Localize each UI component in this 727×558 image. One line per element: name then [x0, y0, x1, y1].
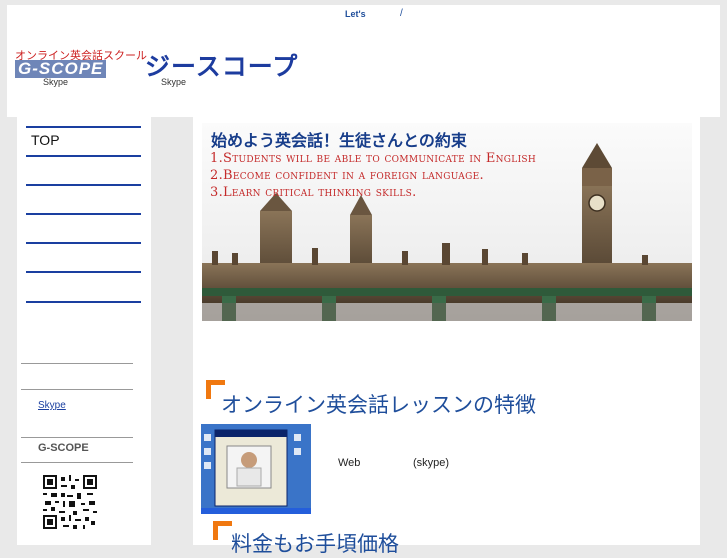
nav-item-2[interactable]	[26, 155, 141, 185]
main-content: 始めよう英会話！生徒さんとの約束 1.Students will be able…	[193, 117, 700, 556]
logo-katakana-sub: Skype	[161, 77, 187, 87]
banner-line-1: 1.Students will be able to communicate i…	[210, 151, 537, 166]
nav-item-label: TOP	[31, 132, 60, 148]
banner-line-3: 3.Learn critical thinking skills.	[210, 185, 417, 200]
feature-web-text: Web	[338, 457, 361, 469]
nav-item-top[interactable]: TOP	[26, 126, 141, 156]
divider	[21, 437, 133, 438]
divider	[21, 462, 133, 463]
sidebar-brand: G-SCOPE	[38, 442, 89, 454]
banner-title: 始めよう英会話！生徒さんとの約束	[211, 133, 467, 150]
nav-item-4[interactable]	[26, 213, 141, 243]
top-slash: /	[400, 8, 403, 19]
banner-line-2: 2.Become confident in a foreign language…	[210, 168, 484, 183]
feature-skype-text: (skype)	[413, 457, 450, 469]
divider	[21, 389, 133, 390]
lesson-screenshot-thumbnail[interactable]	[201, 424, 311, 514]
heading-bracket-icon	[213, 521, 232, 540]
features-heading: オンライン英会話レッスンの特徴	[221, 394, 536, 417]
sidebar: TOP Skype G-SCOPE	[17, 117, 151, 545]
qr-code-icon[interactable]	[43, 475, 97, 529]
divider	[21, 363, 133, 364]
logo-sub-text: Skype	[43, 77, 69, 87]
logo-en-text: G-SCOPE	[15, 60, 107, 78]
header: Let's / オンライン英会話スクール G-SCOPE Skype ジースコー…	[7, 5, 720, 117]
video-call-icon	[201, 424, 311, 514]
price-heading: 料金もお手頃価格	[231, 533, 399, 556]
nav-item-3[interactable]	[26, 184, 141, 214]
hero-banner: 始めよう英会話！生徒さんとの約束 1.Students will be able…	[202, 123, 692, 321]
skype-link[interactable]: Skype	[38, 400, 66, 411]
top-tagline[interactable]: Let's	[345, 9, 366, 19]
nav-item-5[interactable]	[26, 242, 141, 272]
nav-item-6[interactable]	[26, 271, 141, 303]
